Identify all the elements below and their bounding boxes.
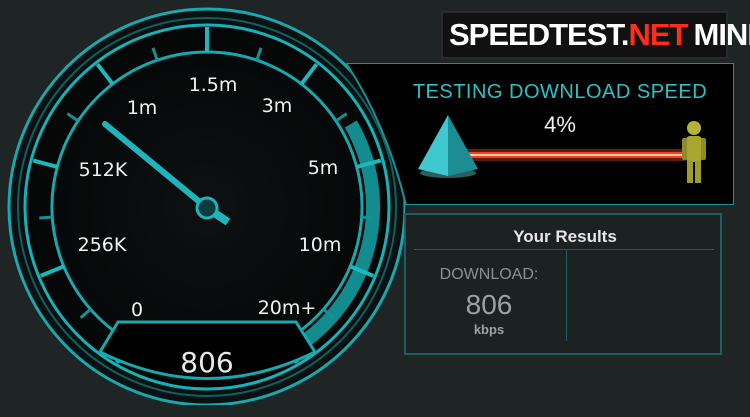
gauge-label-5m: 5m xyxy=(308,157,339,179)
gauge-label-3m: 3m xyxy=(262,95,293,117)
download-unit: kbps xyxy=(473,322,505,337)
gauge-label-0: 0 xyxy=(131,299,143,321)
speed-gauge: 806 0 256K 512K 1m 1.5m 3m 5m 10m 20m+ xyxy=(7,7,405,405)
speedtest-logo: SPEEDTEST.NET MINI xyxy=(441,11,750,59)
results-panel: Your Results DOWNLOAD: 806 kbps xyxy=(404,213,722,355)
gauge-label-1-5m: 1.5m xyxy=(189,74,238,96)
gauge-minor-tick xyxy=(39,215,53,220)
logo-mini: MINI xyxy=(693,17,750,52)
gauge-label-20m: 20m+ xyxy=(258,297,317,319)
progress-percent: 4% xyxy=(544,112,576,137)
gauge-minor-tick xyxy=(361,215,375,220)
logo-speedtest: SPEEDTEST. xyxy=(449,17,629,52)
gauge-label-10m: 10m xyxy=(299,234,342,256)
gauge-label-512k: 512K xyxy=(79,159,128,181)
gauge-label-1m: 1m xyxy=(127,97,158,119)
download-label: DOWNLOAD: xyxy=(439,266,539,283)
status-label: TESTING DOWNLOAD SPEED xyxy=(412,81,708,103)
gauge-label-256k: 256K xyxy=(78,234,127,256)
gauge-readout: 806 xyxy=(180,346,233,379)
results-column-divider xyxy=(566,249,567,341)
progress-beam xyxy=(464,149,686,161)
status-panel: TESTING DOWNLOAD SPEED 4% xyxy=(346,63,734,205)
logo-net: NET xyxy=(628,17,689,52)
results-title: Your Results xyxy=(513,227,617,246)
speedtest-widget: 806 0 256K 512K 1m 1.5m 3m 5m 10m 20m+ S… xyxy=(0,0,750,417)
results-divider xyxy=(414,249,714,250)
download-value: 806 xyxy=(465,289,513,320)
